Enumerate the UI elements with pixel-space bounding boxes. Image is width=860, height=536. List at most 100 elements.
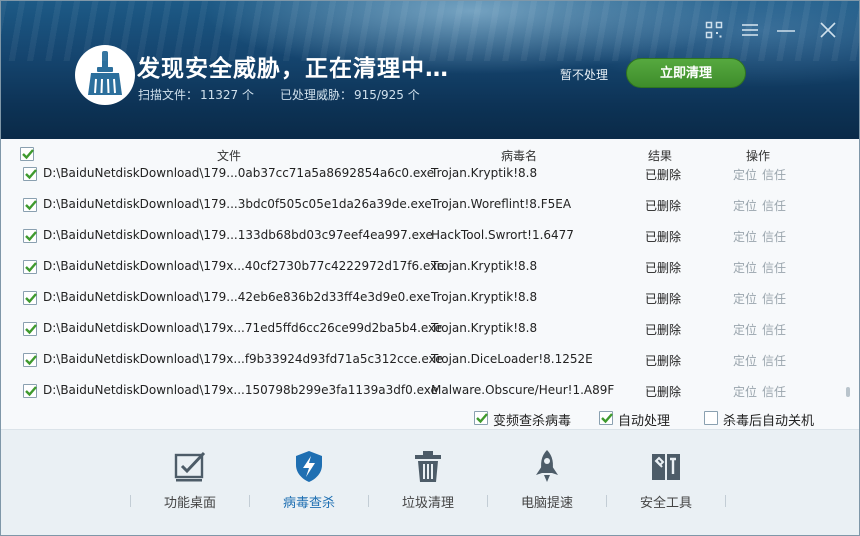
trust-link[interactable]: 信任 — [762, 166, 786, 183]
nav-divider — [606, 495, 607, 507]
table-row: D:\BaiduNetdiskDownload\179...42eb6e836b… — [1, 290, 851, 321]
processed-label: 已处理威胁： — [280, 88, 353, 102]
option-label: 杀毒后自动关机 — [723, 414, 815, 429]
checkbox-board-icon — [174, 451, 206, 482]
file-path: D:\BaiduNetdiskDownload\179...3bdc0f505c… — [43, 197, 432, 211]
trust-link[interactable]: 信任 — [762, 228, 786, 245]
result-status: 已删除 — [645, 323, 682, 337]
trash-bin-icon — [415, 451, 441, 482]
trust-link[interactable]: 信任 — [762, 197, 786, 214]
nav-label: 功能桌面 — [163, 496, 216, 511]
skip-button[interactable]: 暂不处理 — [549, 65, 619, 85]
file-path: D:\BaiduNetdiskDownload\179...0ab37cc71a… — [43, 166, 435, 180]
row-checkbox[interactable] — [23, 384, 37, 398]
file-path: D:\BaiduNetdiskDownload\179x...40cf2730b… — [43, 259, 445, 273]
qr-code-icon[interactable] — [705, 21, 725, 41]
row-checkbox[interactable] — [23, 291, 37, 305]
threat-table: 文件 病毒名 结果 操作 D:\BaiduNetdiskDownload\179… — [1, 139, 859, 429]
trust-link[interactable]: 信任 — [762, 352, 786, 369]
scanned-label: 扫描文件： — [138, 88, 199, 102]
virus-name: Trojan.Kryptik!8.8 — [431, 290, 538, 304]
trust-link[interactable]: 信任 — [762, 321, 786, 338]
locate-link[interactable]: 定位 — [733, 352, 757, 369]
locate-link[interactable]: 定位 — [733, 197, 757, 214]
close-icon[interactable] — [819, 21, 839, 41]
trust-link[interactable]: 信任 — [762, 290, 786, 307]
nav-security-tools[interactable]: 安全工具 — [611, 449, 721, 529]
locate-link[interactable]: 定位 — [733, 290, 757, 307]
file-path: D:\BaiduNetdiskDownload\179...133db68bd0… — [43, 228, 433, 242]
header-banner: 发现安全威胁，正在清理中… 扫描文件： 11327 个 已处理威胁： 915/925 … — [1, 1, 859, 139]
virus-name: Trojan.Kryptik!8.8 — [431, 259, 538, 273]
row-checkbox[interactable] — [23, 167, 37, 181]
result-status: 已删除 — [645, 168, 682, 182]
nav-divider — [130, 495, 131, 507]
locate-link[interactable]: 定位 — [733, 228, 757, 245]
locate-link[interactable]: 定位 — [733, 166, 757, 183]
nav-junk-clean[interactable]: 垃圾清理 — [373, 449, 483, 529]
table-row: D:\BaiduNetdiskDownload\179...133db68bd0… — [1, 228, 851, 259]
row-checkbox[interactable] — [23, 260, 37, 274]
file-path: D:\BaiduNetdiskDownload\179x...71ed5ffd6… — [43, 321, 443, 335]
nav-label: 安全工具 — [639, 496, 692, 511]
result-status: 已删除 — [645, 261, 682, 275]
row-checkbox[interactable] — [23, 229, 37, 243]
column-file: 文件 — [217, 149, 242, 163]
result-status: 已删除 — [645, 385, 682, 399]
menu-icon[interactable] — [740, 21, 760, 41]
table-row: D:\BaiduNetdiskDownload\179x...40cf2730b… — [1, 259, 851, 290]
file-path: D:\BaiduNetdiskDownload\179x...f9b33924d… — [43, 352, 443, 366]
minimize-icon[interactable] — [776, 21, 796, 41]
option-label: 自动处理 — [618, 414, 671, 429]
nav-label: 病毒查杀 — [282, 496, 335, 511]
virus-name: Trojan.Kryptik!8.8 — [431, 321, 538, 335]
virus-name: HackTool.Swrort!1.6477 — [431, 228, 574, 242]
toolbox-icon — [652, 454, 680, 480]
nav-divider — [725, 495, 726, 507]
scan-stats: 扫描文件： 11327 个 已处理威胁： 915/925 个 — [138, 86, 422, 103]
nav-function-desktop[interactable]: 功能桌面 — [135, 449, 245, 529]
virus-name: Trojan.Woreflint!8.F5EA — [431, 197, 572, 211]
page-title: 发现安全威胁，正在清理中… — [137, 56, 449, 82]
nav-divider — [487, 495, 488, 507]
row-checkbox[interactable] — [23, 198, 37, 212]
broom-logo-icon — [75, 45, 135, 105]
shield-lightning-icon — [296, 451, 322, 482]
option-checkbox[interactable] — [599, 411, 613, 425]
table-header: 文件 病毒名 结果 操作 — [1, 147, 859, 163]
file-path: D:\BaiduNetdiskDownload\179x...150798b29… — [43, 383, 438, 397]
nav-label: 电脑提速 — [520, 496, 573, 511]
virus-name: Trojan.DiceLoader!8.1252E — [431, 352, 593, 366]
table-row: D:\BaiduNetdiskDownload\179x...71ed5ffd6… — [1, 321, 851, 352]
result-status: 已删除 — [645, 199, 682, 213]
select-all-checkbox[interactable] — [20, 147, 34, 161]
table-row: D:\BaiduNetdiskDownload\179x...f9b33924d… — [1, 352, 851, 383]
rocket-icon — [536, 450, 558, 482]
option-checkbox[interactable] — [474, 411, 488, 425]
result-status: 已删除 — [645, 354, 682, 368]
option-label: 变频查杀病毒 — [493, 414, 572, 429]
column-action: 操作 — [746, 149, 771, 163]
row-checkbox[interactable] — [23, 353, 37, 367]
option-checkbox[interactable] — [704, 411, 718, 425]
virus-name: Malware.Obscure/Heur!1.A89F — [431, 383, 615, 397]
antivirus-window: 发现安全威胁，正在清理中… 扫描文件： 11327 个 已处理威胁： 915/925 … — [0, 0, 860, 536]
table-row: D:\BaiduNetdiskDownload\179...0ab37cc71a… — [1, 166, 851, 197]
nav-virus-scan[interactable]: 病毒查杀 — [254, 449, 364, 529]
nav-pc-speedup[interactable]: 电脑提速 — [492, 449, 602, 529]
trust-link[interactable]: 信任 — [762, 383, 786, 400]
nav-divider — [249, 495, 250, 507]
clean-now-button[interactable]: 立即清理 — [626, 58, 746, 88]
column-virus: 病毒名 — [501, 149, 538, 163]
locate-link[interactable]: 定位 — [733, 321, 757, 338]
nav-label: 垃圾清理 — [401, 496, 454, 511]
locate-link[interactable]: 定位 — [733, 383, 757, 400]
trust-link[interactable]: 信任 — [762, 259, 786, 276]
column-result: 结果 — [648, 149, 673, 163]
locate-link[interactable]: 定位 — [733, 259, 757, 276]
table-row: D:\BaiduNetdiskDownload\179...3bdc0f505c… — [1, 197, 851, 228]
result-status: 已删除 — [645, 292, 682, 306]
virus-name: Trojan.Kryptik!8.8 — [431, 166, 538, 180]
scrollbar-thumb[interactable] — [846, 387, 850, 397]
row-checkbox[interactable] — [23, 322, 37, 336]
